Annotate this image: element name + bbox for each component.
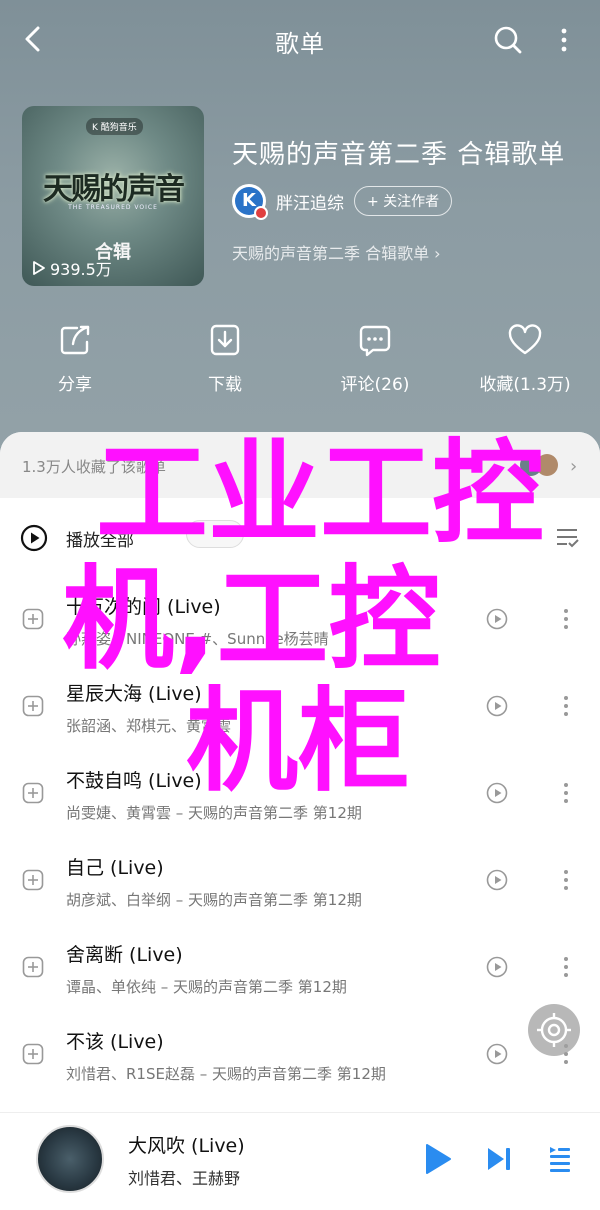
mv-play-icon[interactable] <box>486 782 508 804</box>
add-to-list-icon[interactable] <box>22 608 44 630</box>
more-options-icon[interactable] <box>560 693 572 719</box>
song-row[interactable]: 十万次的问 (Live) 孙燕姿、NINEONE #、Sunnee杨芸晴 <box>0 578 600 664</box>
album-cover[interactable]: K 酷狗音乐 天赐的声音 THE TREASURED VOICE 合辑 939.… <box>22 106 204 286</box>
cover-subtitle: THE TREASURED VOICE <box>68 204 158 211</box>
mv-play-icon[interactable] <box>486 608 508 630</box>
song-title: 十万次的问 (Live) <box>66 596 221 618</box>
verified-badge-icon <box>254 206 268 220</box>
download-label: 下载 <box>208 375 242 395</box>
song-row[interactable]: 自己 (Live) 胡彦斌、白举纲 – 天赐的声音第二季 第12期 <box>0 839 600 925</box>
more-options-icon[interactable] <box>560 954 572 980</box>
add-to-list-icon[interactable] <box>22 695 44 717</box>
share-label: 分享 <box>58 375 92 395</box>
more-options-icon[interactable] <box>560 867 572 893</box>
add-to-list-icon[interactable] <box>22 956 44 978</box>
heart-icon <box>508 324 542 355</box>
song-title: 不鼓自鸣 (Live) <box>66 770 202 792</box>
follow-author-button[interactable]: + 关注作者 <box>354 186 453 216</box>
song-meta: 尚雯婕、黄霄雲 – 天赐的声音第二季 第12期 <box>66 804 362 822</box>
album-description-link[interactable]: 天赐的声音第二季 合辑歌单 › <box>232 240 441 264</box>
play-count: 939.5万 <box>32 256 112 280</box>
add-to-list-icon[interactable] <box>22 1043 44 1065</box>
download-button[interactable]: 下载 <box>150 322 300 395</box>
play-all-row: 播放全部 <box>0 498 600 578</box>
mv-play-icon[interactable] <box>486 956 508 978</box>
song-title: 自己 (Live) <box>66 857 164 879</box>
download-icon <box>210 324 240 356</box>
search-icon[interactable] <box>492 24 524 56</box>
now-playing-artists: 刘惜君、王赫野 <box>128 1169 241 1188</box>
multi-select-icon[interactable] <box>554 524 580 550</box>
author-row: K 胖汪追综 + 关注作者 <box>232 183 453 220</box>
now-playing-title: 大风吹 (Live) <box>128 1135 245 1157</box>
mv-play-icon[interactable] <box>486 695 508 717</box>
author-avatar[interactable]: K <box>232 184 268 220</box>
song-meta: 孙燕姿、NINEONE #、Sunnee杨芸晴 <box>66 630 329 648</box>
song-row[interactable]: 星辰大海 (Live) 张韶涵、郑棋元、黄霄雲 <box>0 665 600 751</box>
comment-label: 评论(26) <box>340 375 410 395</box>
more-options-icon[interactable] <box>560 780 572 806</box>
playlist-queue-icon[interactable] <box>548 1145 572 1173</box>
more-options-icon[interactable] <box>560 606 572 632</box>
cover-logo-text: 天赐的声音 <box>43 172 185 207</box>
cover-brand-badge: K 酷狗音乐 <box>86 118 143 135</box>
now-playing-cover[interactable] <box>36 1125 104 1193</box>
collector-avatar <box>536 454 558 476</box>
mv-play-icon[interactable] <box>486 869 508 891</box>
comment-icon <box>359 325 391 357</box>
top-bar: 歌单 <box>0 0 600 80</box>
comment-button[interactable]: 评论(26) <box>300 322 450 395</box>
play-all-icon[interactable] <box>20 524 48 552</box>
action-bar: 分享 下载 评论(26) 收藏(1.3万) <box>0 322 600 402</box>
song-row[interactable]: 舍离断 (Live) 谭晶、单依纯 – 天赐的声音第二季 第12期 <box>0 926 600 1012</box>
song-title: 星辰大海 (Live) <box>66 683 202 705</box>
play-outline-icon <box>33 261 45 275</box>
song-meta: 谭晶、单依纯 – 天赐的声音第二季 第12期 <box>66 978 347 996</box>
favorite-label: 收藏(1.3万) <box>479 375 571 395</box>
song-row[interactable]: 不该 (Live) 刘惜君、R1SE赵磊 – 天赐的声音第二季 第12期 <box>0 1013 600 1099</box>
target-icon <box>537 1013 571 1047</box>
share-button[interactable]: 分享 <box>0 322 150 395</box>
favorite-button[interactable]: 收藏(1.3万) <box>450 322 600 395</box>
mini-player[interactable]: 大风吹 (Live) 刘惜君、王赫野 <box>0 1112 600 1210</box>
play-all-label[interactable]: 播放全部 <box>66 526 134 551</box>
song-meta: 刘惜君、R1SE赵磊 – 天赐的声音第二季 第12期 <box>66 1065 386 1083</box>
more-vertical-icon[interactable] <box>556 24 572 56</box>
locate-current-button[interactable] <box>528 1004 580 1056</box>
sort-pill[interactable] <box>186 520 244 548</box>
add-to-list-icon[interactable] <box>22 869 44 891</box>
collectors-bar[interactable]: 1.3万人收藏了该歌单 › <box>0 432 600 498</box>
collectors-text: 1.3万人收藏了该歌单 <box>22 458 166 476</box>
song-meta: 张韶涵、郑棋元、黄霄雲 <box>66 717 232 735</box>
play-icon[interactable] <box>424 1143 452 1175</box>
song-row[interactable]: 不鼓自鸣 (Live) 尚雯婕、黄霄雲 – 天赐的声音第二季 第12期 <box>0 752 600 838</box>
song-title: 不该 (Live) <box>66 1031 164 1053</box>
mv-play-icon[interactable] <box>486 1043 508 1065</box>
next-track-icon[interactable] <box>486 1145 512 1173</box>
add-to-list-icon[interactable] <box>22 782 44 804</box>
chevron-right-icon: › <box>570 456 578 477</box>
song-title: 舍离断 (Live) <box>66 944 183 966</box>
share-icon <box>60 325 90 355</box>
author-name[interactable]: 胖汪追综 <box>276 189 344 214</box>
album-title: 天赐的声音第二季 合辑歌单 <box>232 140 566 170</box>
song-meta: 胡彦斌、白举纲 – 天赐的声音第二季 第12期 <box>66 891 362 909</box>
play-count-value: 939.5万 <box>50 260 112 279</box>
